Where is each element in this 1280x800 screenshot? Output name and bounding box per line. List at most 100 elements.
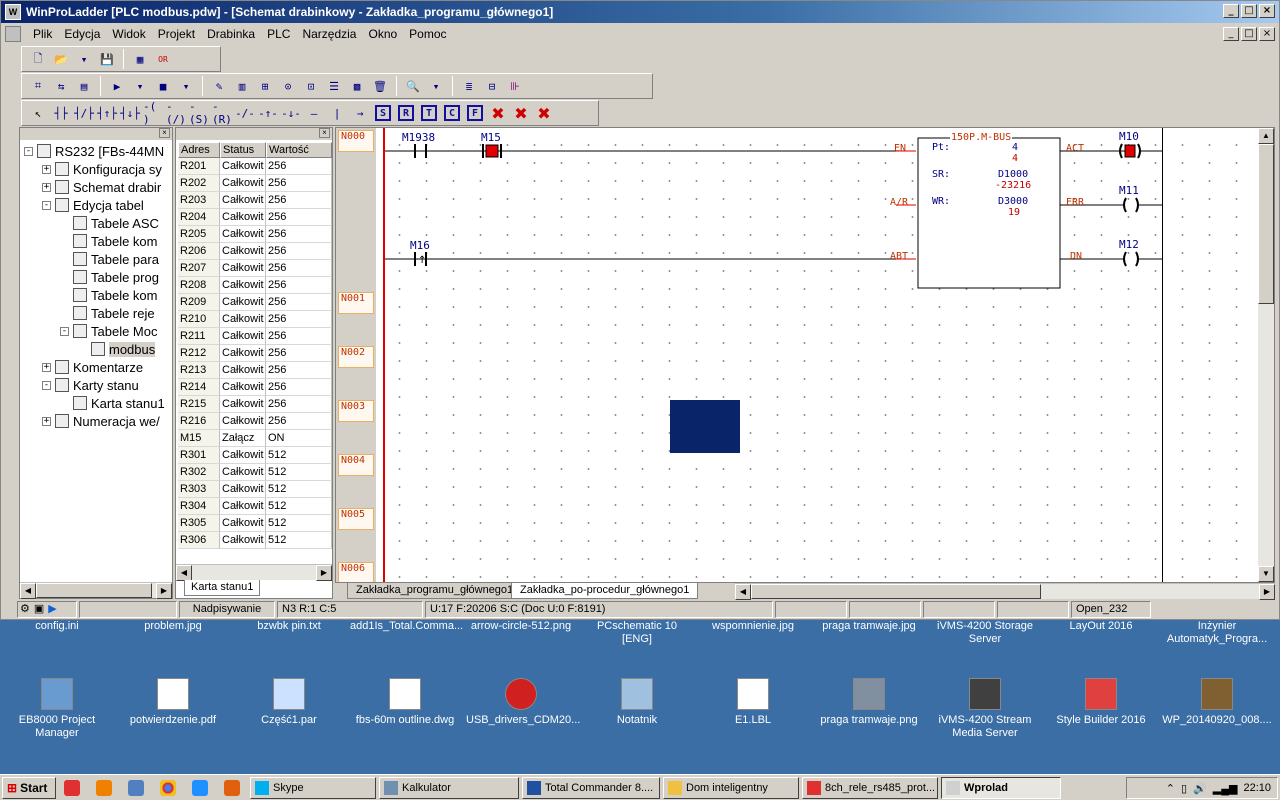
arrow-right-icon[interactable]: → — [350, 103, 370, 123]
ladder-diagram[interactable]: N000 N001 N002 N003 N004 N005 N006 ↑ M19… — [335, 127, 1275, 583]
new-file-icon[interactable]: 🗋 — [28, 49, 48, 69]
dropdown-icon[interactable]: ▾ — [426, 76, 446, 96]
desktop-icon[interactable]: WP_20140920_008.... — [1162, 678, 1272, 727]
table-cell[interactable]: R301 — [178, 447, 220, 464]
ie-icon[interactable] — [192, 779, 208, 796]
menu-drabinka[interactable]: Drabinka — [201, 27, 261, 41]
signal-icon[interactable]: ▂▄▆ — [1213, 782, 1238, 795]
edit-icon[interactable]: ✎ — [209, 76, 229, 96]
doc-restore-button[interactable]: □ — [1241, 27, 1257, 41]
contact-m15-label[interactable]: M15 — [481, 131, 501, 144]
scroll-thumb[interactable] — [1258, 144, 1274, 304]
taskbar-button[interactable]: Skype — [250, 776, 376, 799]
trash-icon[interactable]: 🗑 — [370, 76, 390, 96]
table-cell[interactable]: 512 — [266, 498, 332, 515]
desktop-icon-label[interactable]: LayOut 2016 — [1046, 620, 1156, 633]
table-cell[interactable]: M15 — [178, 430, 220, 447]
collapse-icon[interactable]: - — [24, 146, 33, 156]
table-icon[interactable]: ▥ — [232, 76, 252, 96]
function-button[interactable]: F — [467, 105, 483, 121]
tree-item[interactable]: + Schemat drabir — [42, 178, 161, 196]
desktop-icon[interactable]: Style Builder 2016 — [1046, 678, 1156, 727]
table-cell[interactable]: Całkowit — [220, 243, 266, 260]
table-cell[interactable]: 256 — [266, 413, 332, 430]
document-icon[interactable] — [5, 25, 21, 42]
tree-hscroll[interactable]: ◀ ▶ — [20, 582, 172, 599]
table-row[interactable]: R205 Całkowit 256 — [178, 226, 332, 243]
expand-icon[interactable]: + — [42, 164, 51, 174]
table-cell[interactable]: R204 — [178, 209, 220, 226]
close-icon[interactable]: × — [159, 128, 170, 138]
table-cell[interactable]: Całkowit — [220, 498, 266, 515]
tree-item[interactable]: Tabele ASC — [60, 214, 159, 232]
table-cell[interactable]: 256 — [266, 158, 332, 175]
table-cell[interactable]: Całkowit — [220, 345, 266, 362]
taskbar-button[interactable]: 8ch_rele_rs485_prot... — [802, 776, 938, 799]
project-icon[interactable]: ▦ — [130, 49, 150, 69]
tree-root[interactable]: - RS232 [FBs-44MN — [24, 142, 164, 160]
plc-connect-icon[interactable]: ⇆ — [51, 76, 71, 96]
scroll-down-icon[interactable]: ▼ — [1258, 566, 1274, 582]
desktop-icon[interactable]: praga tramwaje.png — [814, 678, 924, 727]
tree-item[interactable]: modbus — [78, 340, 156, 358]
tree-item[interactable]: Tabele prog — [60, 268, 159, 286]
quicklaunch-app-icon[interactable] — [64, 779, 80, 796]
table-cell[interactable]: Załącz — [220, 430, 266, 447]
expand-icon[interactable]: + — [42, 416, 51, 426]
scroll-right-icon[interactable]: ▶ — [1259, 584, 1275, 600]
tray-expand-icon[interactable]: ⌃ — [1166, 782, 1175, 795]
table-cell[interactable]: Całkowit — [220, 328, 266, 345]
table-cell[interactable]: 256 — [266, 379, 332, 396]
table-row[interactable]: R212 Całkowit 256 — [178, 345, 332, 362]
table-cell[interactable]: R201 — [178, 158, 220, 175]
taskbar-button[interactable]: Wprolad — [941, 776, 1061, 799]
table-cell[interactable]: 512 — [266, 447, 332, 464]
contact-no-icon[interactable]: ┤├ — [51, 103, 71, 123]
desktop-icon[interactable]: E1.LBL — [698, 678, 808, 727]
vlc-icon[interactable] — [96, 779, 112, 796]
table-cell[interactable]: R209 — [178, 294, 220, 311]
table-cell[interactable]: R302 — [178, 464, 220, 481]
monitor-icon[interactable]: ▣ — [34, 602, 44, 617]
menu-okno[interactable]: Okno — [362, 27, 403, 41]
table-cell[interactable]: 256 — [266, 175, 332, 192]
tab-subroutine[interactable]: Zakładka_po-procedur_głównego1 — [511, 583, 699, 599]
tag-icon[interactable]: ⊡ — [301, 76, 321, 96]
table-row[interactable]: R304 Całkowit 512 — [178, 498, 332, 515]
table-row[interactable]: R201 Całkowit 256 — [178, 158, 332, 175]
table-cell[interactable]: 512 — [266, 481, 332, 498]
contact-nc-icon[interactable]: ┤/├ — [74, 103, 94, 123]
zoom-icon[interactable]: 🔍 — [403, 76, 423, 96]
tree-item[interactable]: Tabele kom — [60, 286, 157, 304]
close-button[interactable]: × — [1259, 4, 1275, 18]
table-cell[interactable]: R211 — [178, 328, 220, 345]
collapse-icon[interactable]: - — [42, 380, 51, 390]
chrome-icon[interactable] — [160, 779, 176, 796]
table-cell[interactable]: 256 — [266, 192, 332, 209]
dropdown-icon[interactable]: ▾ — [176, 76, 196, 96]
ladder-icon[interactable]: ⊪ — [505, 76, 525, 96]
scroll-thumb[interactable] — [751, 584, 1041, 599]
table-row[interactable]: R210 Całkowit 256 — [178, 311, 332, 328]
rise-icon[interactable]: -↑- — [258, 103, 278, 123]
doc-close-button[interactable]: × — [1259, 27, 1275, 41]
desktop-icon[interactable]: Notatnik — [582, 678, 692, 727]
table-cell[interactable]: Całkowit — [220, 277, 266, 294]
table-row[interactable]: R214 Całkowit 256 — [178, 379, 332, 396]
scroll-thumb[interactable] — [36, 583, 152, 598]
coil-m11-label[interactable]: M11 — [1119, 184, 1139, 197]
table-cell[interactable]: R207 — [178, 260, 220, 277]
desktop-icon-label[interactable]: Inżynier Automatyk_Progra... — [1162, 620, 1272, 646]
search-icon[interactable]: ⊙ — [278, 76, 298, 96]
coil-m10-label[interactable]: M10 — [1119, 130, 1139, 143]
collapse-icon[interactable]: - — [42, 200, 51, 210]
table-cell[interactable]: Całkowit — [220, 311, 266, 328]
menu-projekt[interactable]: Projekt — [152, 27, 201, 41]
table-cell[interactable]: 256 — [266, 277, 332, 294]
ladder-hscroll[interactable]: ◀ ▶ — [735, 583, 1275, 600]
table-cell[interactable]: Całkowit — [220, 226, 266, 243]
table-cell[interactable]: R210 — [178, 311, 220, 328]
tree-item[interactable]: Tabele para — [60, 250, 159, 268]
desktop-icon[interactable]: potwierdzenie.pdf — [118, 678, 228, 727]
coil-icon[interactable]: -( ) — [143, 100, 163, 126]
